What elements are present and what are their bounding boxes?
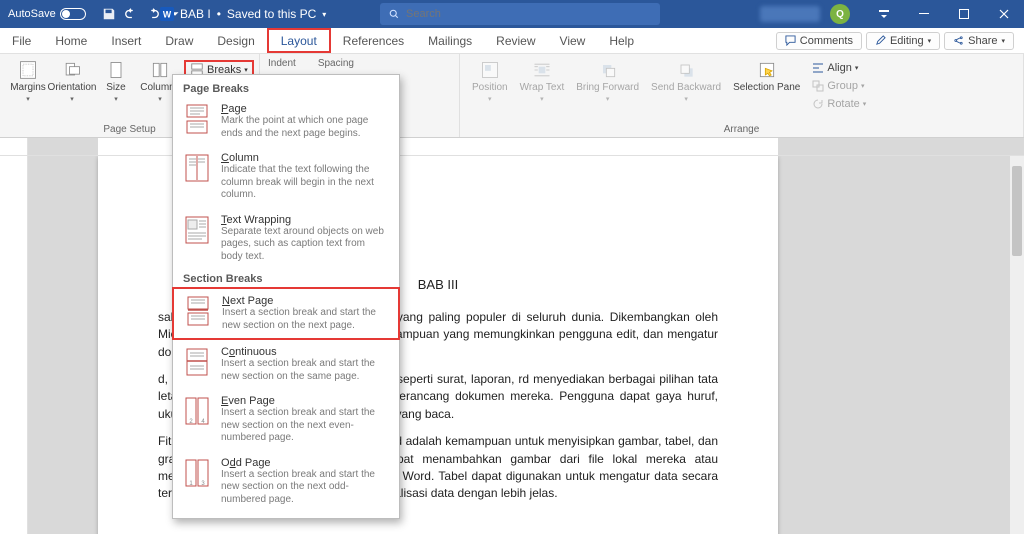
window-title: W BAB I • Saved to this PC ▾ bbox=[160, 7, 326, 21]
title-sep: • bbox=[217, 7, 221, 21]
saved-status: Saved to this PC bbox=[227, 7, 316, 21]
tab-layout[interactable]: Layout bbox=[267, 28, 331, 53]
section-page-breaks: Page Breaks bbox=[173, 79, 399, 97]
breaks-dropdown: Page Breaks PPageageMark the point at wh… bbox=[172, 74, 400, 519]
tab-file[interactable]: File bbox=[0, 28, 43, 53]
caret-down-icon: ▾ bbox=[1001, 37, 1005, 45]
rotate-button: Rotate▾ bbox=[808, 96, 870, 112]
ribbon-tabs: File Home Insert Draw Design Layout Refe… bbox=[0, 28, 1024, 54]
caret-down-icon: ▾ bbox=[244, 66, 248, 74]
caret-down-icon: ▾ bbox=[928, 37, 932, 45]
tab-help[interactable]: Help bbox=[597, 28, 646, 53]
tab-draw[interactable]: Draw bbox=[153, 28, 205, 53]
editing-button[interactable]: Editing ▾ bbox=[866, 32, 940, 50]
vertical-scrollbar[interactable] bbox=[1010, 156, 1024, 534]
comments-button[interactable]: Comments bbox=[776, 32, 862, 50]
page-break-icon bbox=[183, 103, 211, 135]
undo-icon[interactable] bbox=[124, 7, 138, 21]
column-break-icon bbox=[183, 152, 211, 184]
margins-button[interactable]: Margins▾ bbox=[8, 58, 48, 105]
search-box[interactable] bbox=[380, 3, 660, 25]
autosave-toggle[interactable]: AutoSave bbox=[8, 8, 86, 20]
wrap-text-button: Wrap Text▾ bbox=[516, 58, 569, 105]
columns-icon bbox=[150, 60, 170, 80]
document-name: BAB I bbox=[180, 7, 211, 21]
size-icon bbox=[106, 60, 126, 80]
bring-forward-button: Bring Forward▾ bbox=[572, 58, 643, 105]
menu-item-continuous[interactable]: ContinuousInsert a section break and sta… bbox=[173, 340, 399, 389]
next-page-icon bbox=[184, 295, 212, 327]
menu-item-odd-page[interactable]: 13 Odd PageInsert a section break and st… bbox=[173, 451, 399, 513]
tab-view[interactable]: View bbox=[548, 28, 598, 53]
spacing-label: Spacing bbox=[318, 58, 394, 69]
minimize-button[interactable] bbox=[904, 0, 944, 28]
document-area: LETAKKAN KURSOR DI DEPAN BAB III salah s… bbox=[0, 156, 1024, 534]
autosave-label: AutoSave bbox=[8, 8, 56, 20]
bring-forward-icon bbox=[598, 60, 618, 80]
indent-label: Indent bbox=[268, 58, 296, 69]
orientation-icon bbox=[62, 60, 82, 80]
selection-pane-button[interactable]: Selection Pane bbox=[729, 58, 804, 95]
menu-item-column-break[interactable]: ColumnIndicate that the text following t… bbox=[173, 146, 399, 208]
position-button: Position▾ bbox=[468, 58, 512, 105]
maximize-button[interactable] bbox=[944, 0, 984, 28]
align-icon bbox=[812, 62, 824, 74]
account-name-blurred bbox=[760, 6, 820, 22]
send-backward-icon bbox=[676, 60, 696, 80]
redo-icon[interactable] bbox=[146, 7, 160, 21]
align-button[interactable]: Align▾ bbox=[808, 60, 870, 76]
rotate-icon bbox=[812, 98, 824, 110]
menu-item-even-page[interactable]: 24 Even PageInsert a section break and s… bbox=[173, 389, 399, 451]
send-backward-button: Send Backward▾ bbox=[647, 58, 725, 105]
tab-home[interactable]: Home bbox=[43, 28, 99, 53]
continuous-icon bbox=[183, 346, 211, 378]
vertical-ruler[interactable] bbox=[0, 156, 28, 534]
odd-page-icon: 13 bbox=[183, 457, 211, 489]
word-icon: W bbox=[160, 7, 174, 21]
svg-text:W: W bbox=[163, 10, 172, 20]
group-icon bbox=[812, 80, 824, 92]
orientation-button[interactable]: Orientation▾ bbox=[52, 58, 92, 105]
ribbon: Margins▾ Orientation▾ Size▾ Columns▾ Bre… bbox=[0, 54, 1024, 138]
avatar[interactable]: Q bbox=[830, 4, 850, 24]
section-section-breaks: Section Breaks bbox=[173, 269, 399, 287]
title-bar: AutoSave W BAB I • Saved to this PC ▾ Q bbox=[0, 0, 1024, 28]
tab-review[interactable]: Review bbox=[484, 28, 547, 53]
share-button[interactable]: Share ▾ bbox=[944, 32, 1014, 50]
comment-icon bbox=[785, 35, 796, 46]
search-icon bbox=[388, 8, 400, 20]
margins-icon bbox=[18, 60, 38, 80]
tab-design[interactable]: Design bbox=[205, 28, 266, 53]
position-icon bbox=[480, 60, 500, 80]
title-caret-icon[interactable]: ▾ bbox=[322, 10, 326, 19]
text-wrapping-icon bbox=[183, 214, 211, 246]
pencil-icon bbox=[875, 35, 886, 46]
even-page-icon: 24 bbox=[183, 395, 211, 427]
group-button: Group▾ bbox=[808, 78, 870, 94]
selection-pane-icon bbox=[757, 60, 777, 80]
wrap-text-icon bbox=[532, 60, 552, 80]
group-label-arrange: Arrange bbox=[468, 122, 1015, 135]
share-icon bbox=[953, 35, 964, 46]
ribbon-options-icon[interactable] bbox=[864, 0, 904, 28]
save-icon[interactable] bbox=[102, 7, 116, 21]
menu-item-text-wrapping-break[interactable]: Text WrappingSeparate text around object… bbox=[173, 208, 399, 270]
tab-insert[interactable]: Insert bbox=[99, 28, 153, 53]
horizontal-ruler[interactable] bbox=[0, 138, 1024, 156]
toggle-off-icon[interactable] bbox=[60, 8, 86, 20]
scrollbar-thumb[interactable] bbox=[1012, 166, 1022, 256]
tab-mailings[interactable]: Mailings bbox=[416, 28, 484, 53]
search-input[interactable] bbox=[406, 8, 652, 20]
size-button[interactable]: Size▾ bbox=[96, 58, 136, 105]
close-button[interactable] bbox=[984, 0, 1024, 28]
menu-item-page-break[interactable]: PPageageMark the point at which one page… bbox=[173, 97, 399, 146]
menu-item-next-page[interactable]: Next PageInsert a section break and star… bbox=[172, 287, 400, 340]
tab-references[interactable]: References bbox=[331, 28, 416, 53]
